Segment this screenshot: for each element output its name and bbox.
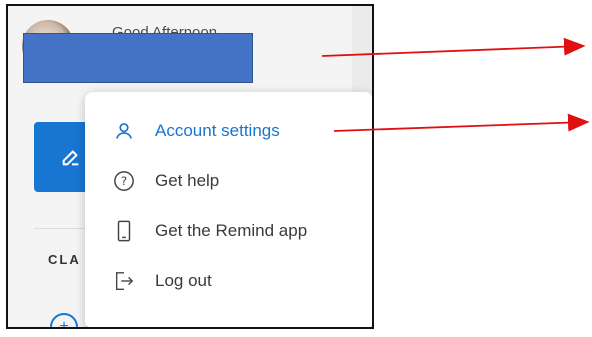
- menu-item-account-settings[interactable]: Account settings: [85, 106, 372, 156]
- menu-item-label: Get the Remind app: [155, 221, 308, 240]
- menu-item-log-out[interactable]: Log out: [85, 256, 372, 306]
- menu-item-label: Account settings: [155, 121, 280, 140]
- menu-item-get-remind-app[interactable]: Get the Remind app: [85, 206, 372, 256]
- plus-circle-icon: +: [50, 313, 78, 327]
- phone-icon: [113, 220, 135, 242]
- menu-item-get-help[interactable]: ? Get help: [85, 156, 372, 206]
- menu-item-label: Log out: [155, 271, 212, 290]
- svg-text:?: ?: [121, 174, 127, 188]
- logout-icon: [113, 270, 135, 292]
- redacted-user-name: [23, 33, 253, 83]
- pencil-icon: [62, 150, 79, 166]
- compose-button[interactable]: [34, 122, 86, 192]
- app-screenshot-frame: Good Afternoon, ⌄ CLA + Create a class A…: [6, 4, 374, 329]
- account-dropdown-menu: Account settings ? Get help Get the Remi…: [85, 92, 372, 327]
- person-icon: [113, 120, 135, 142]
- help-circle-icon: ?: [113, 170, 135, 192]
- menu-item-label: Get help: [155, 171, 220, 190]
- classes-section-label: CLA: [48, 252, 81, 267]
